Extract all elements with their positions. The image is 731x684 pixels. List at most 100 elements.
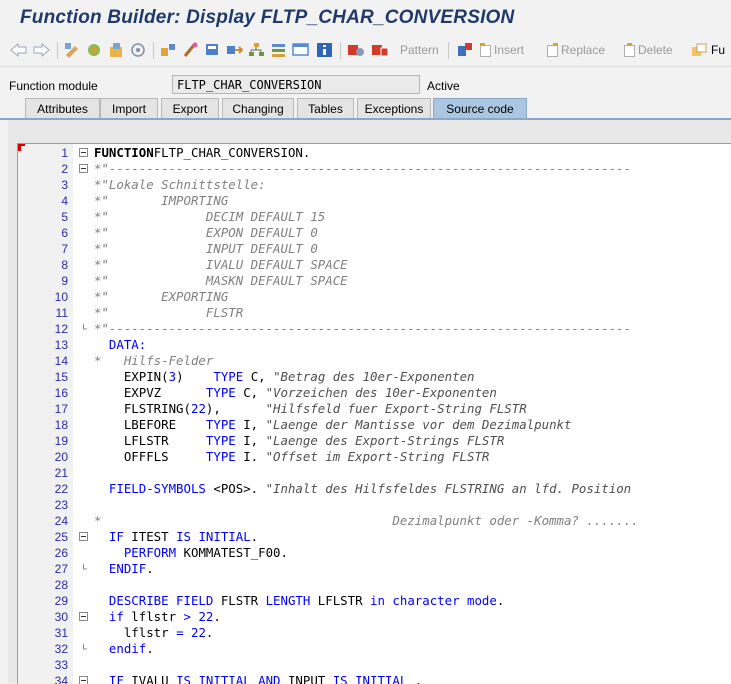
function-button[interactable]: Fu — [692, 41, 725, 59]
window-title: Function Builder: Display FLTP_CHAR_CONV… — [20, 7, 514, 29]
code-line[interactable]: 22 FIELD-SYMBOLS <POS>. "Inhalt des Hilf… — [18, 481, 731, 497]
pretty-printer-icon[interactable] — [457, 41, 474, 59]
session-breakpoint-icon[interactable] — [371, 41, 389, 59]
fold-end-icon — [79, 324, 88, 333]
code-line[interactable]: 16 EXPVZ TYPE C, "Vorzeichen des 10er-Ex… — [18, 385, 731, 401]
abap-editor[interactable]: 1FUNCTIONFLTP_CHAR_CONVERSION.2*"-------… — [17, 143, 731, 684]
code-token: *" MASKN DEFAULT SPACE — [94, 273, 348, 288]
code-token: TYPE — [206, 417, 236, 432]
code-line[interactable]: 21 — [18, 465, 731, 481]
code-line[interactable]: 24* Dezimalpunkt oder -Komma? ....... — [18, 513, 731, 529]
tab-exceptions[interactable]: Exceptions — [357, 98, 431, 118]
code-line[interactable]: 32 endif. — [18, 641, 731, 657]
code-text: DESCRIBE FIELD FLSTR LENGTH LFLSTR in ch… — [94, 593, 504, 609]
other-object-icon[interactable] — [108, 41, 125, 59]
stack-icon[interactable] — [270, 41, 287, 59]
code-line[interactable]: 10*" EXPORTING — [18, 289, 731, 305]
code-line[interactable]: 20 OFFFLS TYPE I. "Offset im Export-Stri… — [18, 449, 731, 465]
code-token: lflstr — [94, 625, 176, 640]
code-line[interactable]: 28 — [18, 577, 731, 593]
code-line[interactable]: 30 if lflstr > 22. — [18, 609, 731, 625]
code-line[interactable]: 11*" FLSTR — [18, 305, 731, 321]
code-token: <POS>. — [206, 481, 266, 496]
code-line[interactable]: 7*" INPUT DEFAULT 0 — [18, 241, 731, 257]
toolbar-separator — [57, 42, 58, 59]
collapse-icon[interactable] — [79, 164, 88, 173]
code-token: > — [184, 609, 191, 624]
screen-icon[interactable] — [292, 41, 309, 59]
replace-button[interactable]: Replace — [547, 41, 605, 59]
tab-changing[interactable]: Changing — [222, 98, 294, 118]
code-text: endif. — [94, 641, 154, 657]
code-line[interactable]: 25 IF ITEST IS INITIAL. — [18, 529, 731, 545]
code-token: if — [94, 609, 124, 624]
code-token: "Inhalt des Hilfsfeldes FLSTRING an lfd.… — [266, 481, 632, 496]
code-line[interactable]: 17 FLSTRING(22), "Hilfsfeld fuer Export-… — [18, 401, 731, 417]
line-number: 31 — [18, 625, 68, 641]
navigate-icon[interactable] — [226, 41, 243, 59]
collapse-icon[interactable] — [79, 612, 88, 621]
code-token: "Laenge der Mantisse vor dem Dezimalpunk… — [266, 417, 572, 432]
info-icon[interactable] — [316, 41, 333, 59]
active-inactive-icon[interactable] — [86, 41, 103, 59]
where-used-icon[interactable] — [130, 41, 147, 59]
code-text: OFFFLS TYPE I. "Offset im Export-String … — [94, 449, 489, 465]
code-line[interactable]: 31 lflstr = 22. — [18, 625, 731, 641]
line-number: 22 — [18, 481, 68, 497]
code-token: TYPE — [206, 433, 236, 448]
collapse-icon[interactable] — [79, 148, 88, 157]
tab-source-code[interactable]: Source code — [433, 98, 527, 118]
code-line[interactable]: 33 — [18, 657, 731, 673]
tab-strip: Attributes Import Export Changing Tables… — [0, 98, 731, 119]
tab-import[interactable]: Import — [100, 98, 158, 118]
code-line[interactable]: 26 PERFORM KOMMATEST_F00. — [18, 545, 731, 561]
tab-attributes[interactable]: Attributes — [25, 98, 100, 118]
arrow-left-icon[interactable] — [10, 41, 27, 59]
check-icon[interactable] — [160, 41, 177, 59]
code-token: in character mode — [370, 593, 497, 608]
collapse-icon[interactable] — [79, 532, 88, 541]
code-line[interactable]: 8*" IVALU DEFAULT SPACE — [18, 257, 731, 273]
code-text: *" IMPORTING — [94, 193, 228, 209]
code-line[interactable]: 18 LBEFORE TYPE I, "Laenge der Mantisse … — [18, 417, 731, 433]
code-line[interactable]: 12*"------------------------------------… — [18, 321, 731, 337]
tab-tables[interactable]: Tables — [297, 98, 354, 118]
delete-button[interactable]: Delete — [624, 41, 673, 59]
code-line[interactable]: 6*" EXPON DEFAULT 0 — [18, 225, 731, 241]
tab-export[interactable]: Export — [161, 98, 219, 118]
code-token: *" DECIM DEFAULT 15 — [94, 209, 325, 224]
code-token: FLTP_CHAR_CONVERSION. — [154, 145, 311, 160]
code-line[interactable]: 15 EXPIN(3) TYPE C, "Betrag des 10er-Exp… — [18, 369, 731, 385]
hierarchy-icon[interactable] — [248, 41, 265, 59]
code-line[interactable]: 27 ENDIF. — [18, 561, 731, 577]
code-token: "Vorzeichen des 10er-Exponenten — [266, 385, 497, 400]
line-number: 2 — [18, 161, 68, 177]
code-line[interactable]: 5*" DECIM DEFAULT 15 — [18, 209, 731, 225]
display-change-icon[interactable] — [64, 41, 81, 59]
toolbar-separator — [448, 42, 449, 59]
function-module-field[interactable]: FLTP_CHAR_CONVERSION — [172, 75, 420, 94]
code-token: LFLSTR — [94, 433, 206, 448]
code-line[interactable]: 3*"Lokale Schnittstelle: — [18, 177, 731, 193]
activate-icon[interactable] — [182, 41, 199, 59]
code-line[interactable]: 14* Hilfs-Felder — [18, 353, 731, 369]
line-number: 30 — [18, 609, 68, 625]
insert-button[interactable]: Insert — [480, 41, 524, 59]
code-token: . — [146, 561, 153, 576]
code-line[interactable]: 4*" IMPORTING — [18, 193, 731, 209]
code-line[interactable]: 1FUNCTIONFLTP_CHAR_CONVERSION. — [18, 145, 731, 161]
breakpoint-icon[interactable] — [347, 41, 365, 59]
code-line[interactable]: 29 DESCRIBE FIELD FLSTR LENGTH LFLSTR in… — [18, 593, 731, 609]
code-line[interactable]: 2*"-------------------------------------… — [18, 161, 731, 177]
code-line[interactable]: 9*" MASKN DEFAULT SPACE — [18, 273, 731, 289]
test-icon[interactable] — [204, 41, 221, 59]
code-text: * Hilfs-Felder — [94, 353, 213, 369]
arrow-right-icon[interactable] — [33, 41, 50, 59]
pattern-button[interactable]: Pattern — [400, 41, 439, 59]
code-line[interactable]: 13 DATA: — [18, 337, 731, 353]
code-line[interactable]: 23 — [18, 497, 731, 513]
code-line[interactable]: 19 LFLSTR TYPE I, "Laenge des Export-Str… — [18, 433, 731, 449]
code-text: *" EXPORTING — [94, 289, 228, 305]
code-token: . — [251, 529, 258, 544]
code-line[interactable]: 34 IF IVALU IS INITIAL AND INPUT IS INIT… — [18, 673, 731, 684]
